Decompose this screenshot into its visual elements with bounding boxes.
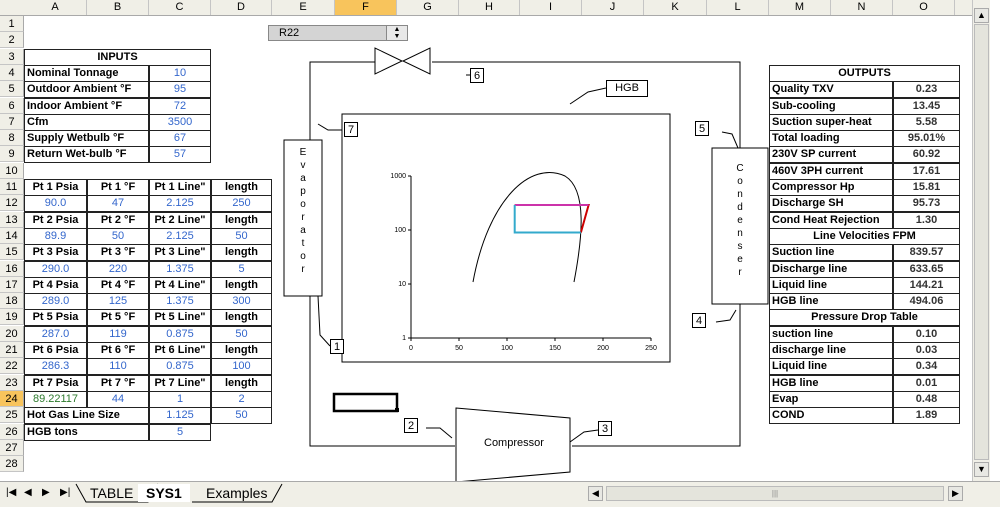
refrigeration-cycle-diagram: 0 50 100 150 200 250 1 10 100 1000: [283, 47, 769, 481]
compressor-label: Compressor: [484, 437, 544, 449]
callout-4: 4: [692, 313, 706, 328]
prev-sheet-icon[interactable]: ◀: [24, 487, 32, 498]
sheet-tab-examples[interactable]: Examples: [198, 484, 275, 502]
vertical-scroll-thumb[interactable]: [974, 24, 989, 460]
vertical-scrollbar[interactable]: ▲ ▼: [972, 0, 990, 481]
x-tick-label: 250: [645, 345, 657, 352]
expansion-valve-left: [374, 47, 404, 75]
scroll-down-icon[interactable]: ▼: [974, 462, 989, 477]
last-sheet-icon[interactable]: ▶|: [60, 487, 70, 498]
callout-3: 3: [598, 421, 612, 436]
x-tick-label: 100: [501, 345, 513, 352]
active-cell-E24[interactable]: [332, 392, 399, 413]
sheet-tab-table[interactable]: TABLE: [82, 484, 141, 502]
next-sheet-icon[interactable]: ▶: [42, 487, 50, 498]
x-tick-label: 150: [549, 345, 561, 352]
x-tick-label: 200: [597, 345, 609, 352]
horizontal-scroll-thumb[interactable]: |||: [606, 486, 944, 501]
chart-frame: [341, 113, 671, 363]
scroll-left-icon[interactable]: ◀: [588, 486, 603, 501]
horizontal-scrollbar[interactable]: ◀ ||| ▶: [584, 485, 972, 502]
evaporator-label: Evaporator: [299, 147, 307, 275]
callout-2: 2: [404, 418, 418, 433]
x-tick-label: 50: [455, 345, 463, 352]
sheet-tab-sys1[interactable]: SYS1: [138, 484, 190, 502]
scroll-right-icon[interactable]: ▶: [948, 486, 963, 501]
first-sheet-icon[interactable]: |◀: [6, 487, 16, 498]
condenser-label: Condenser: [736, 163, 744, 278]
x-tick-label: 0: [409, 345, 413, 352]
callout-6: 6: [470, 68, 484, 83]
callout-7: 7: [344, 122, 358, 137]
callout-1: 1: [330, 339, 344, 354]
y-tick-label: 10: [398, 281, 406, 288]
fill-handle[interactable]: [395, 408, 399, 412]
y-tick-label: 1000: [390, 173, 406, 180]
callout-5: 5: [695, 121, 709, 136]
hgb-label: HGB: [606, 80, 648, 97]
y-tick-label: 100: [394, 227, 406, 234]
expansion-valve-right: [401, 47, 431, 75]
y-tick-label: 1: [402, 335, 406, 342]
scroll-up-icon[interactable]: ▲: [974, 8, 989, 23]
